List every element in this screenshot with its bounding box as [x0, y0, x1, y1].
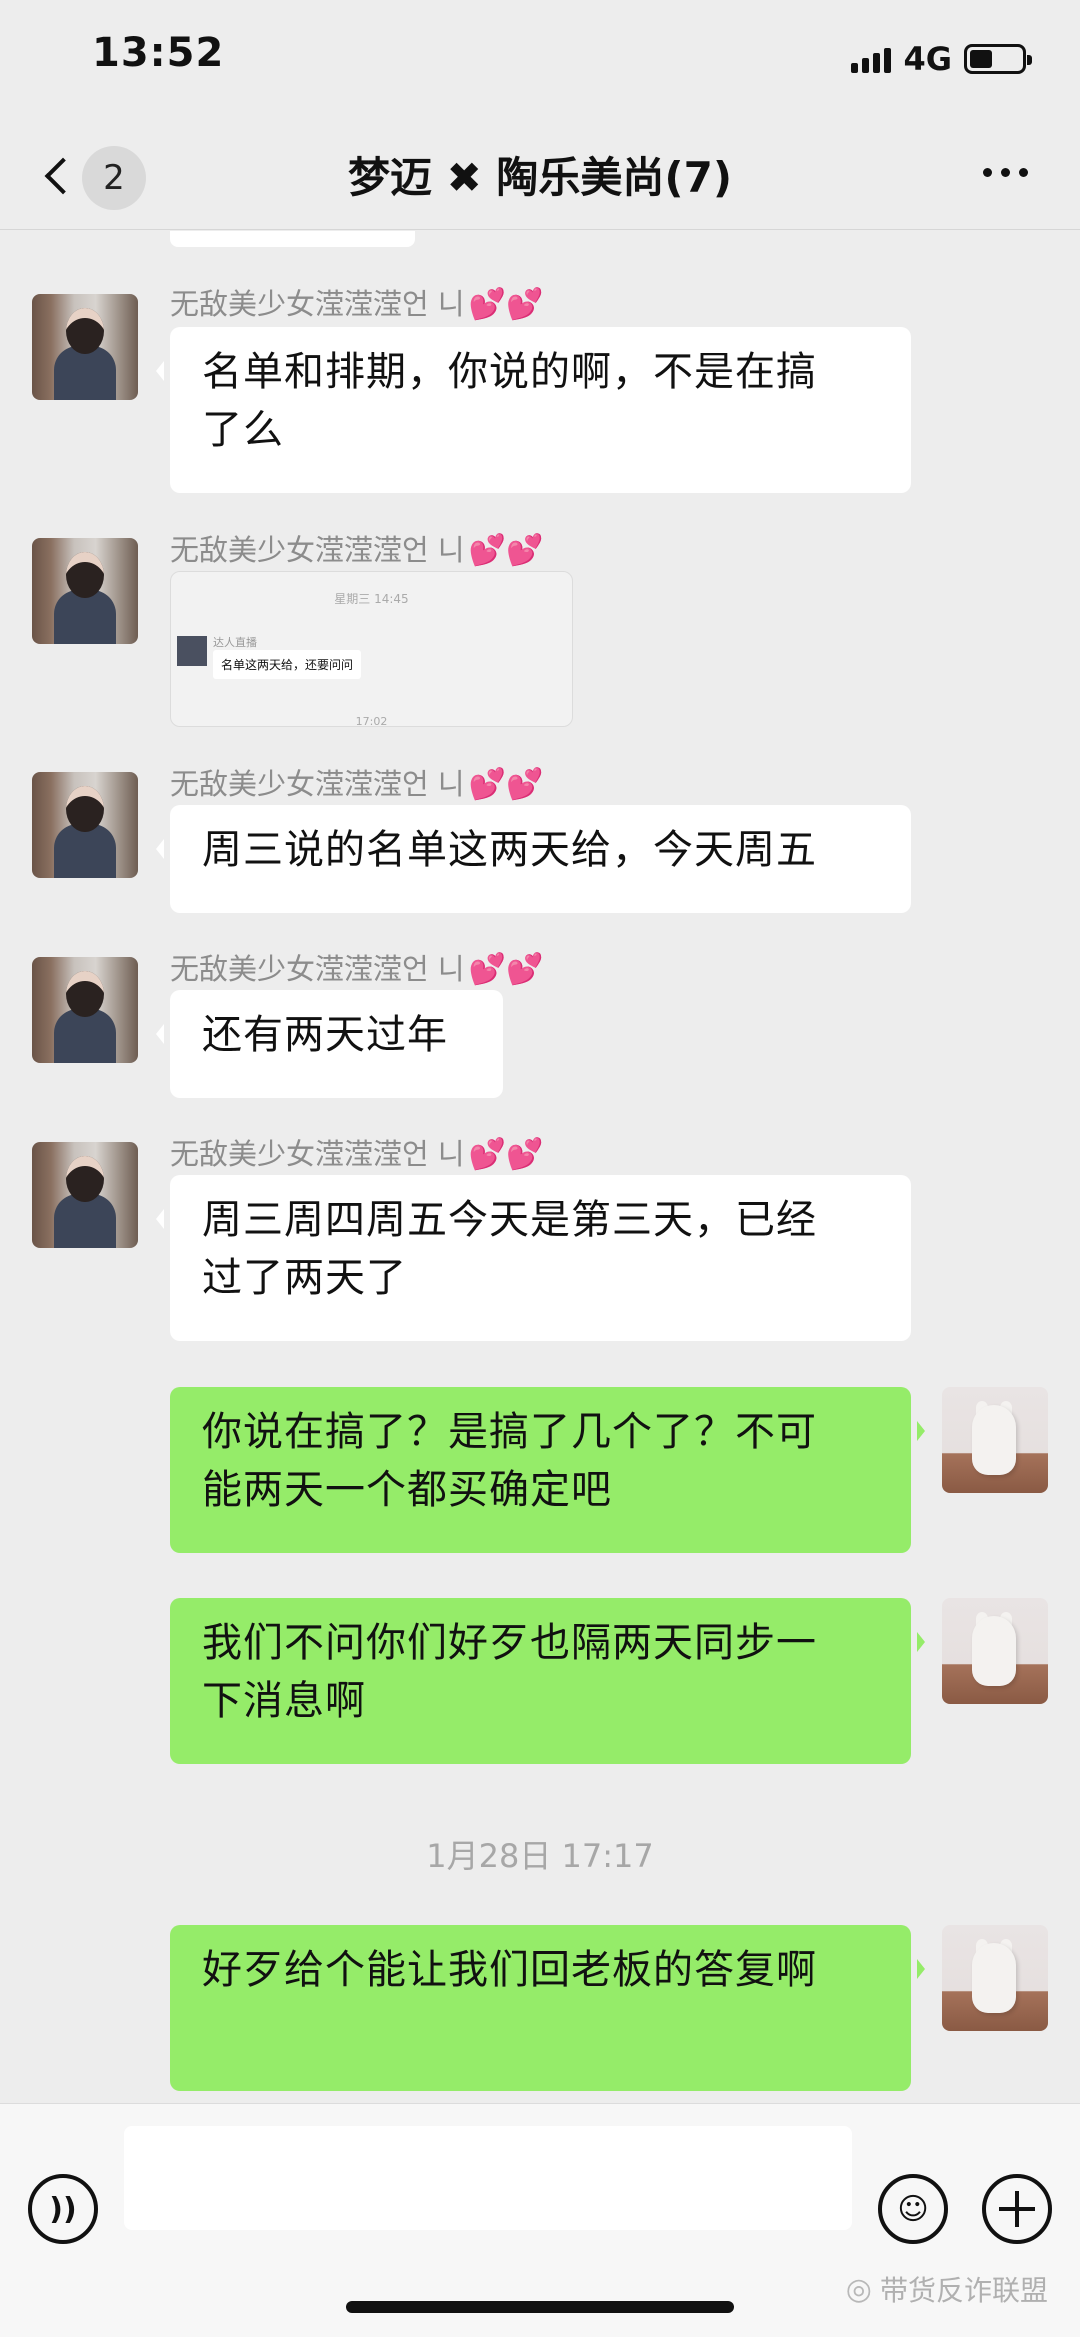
- sender-name: 无敌美少女滢滢滢언 니 💕💕: [170, 767, 544, 802]
- avatar[interactable]: [32, 538, 138, 644]
- status-bar: 13:52 4G: [0, 0, 1080, 120]
- sender-name: 无敌美少女滢滢滢언 니 💕💕: [170, 1137, 544, 1172]
- message-bubble[interactable]: 名单和排期，你说的啊，不是在搞 了么: [156, 327, 911, 493]
- message-text: 下消息啊: [202, 1678, 366, 1724]
- sender-name: 无敌美少女滢滢滢언 니 💕💕: [170, 533, 544, 568]
- watermark: ◎ 带货反诈联盟: [846, 2269, 1048, 2309]
- message-text: 能两天一个都买确定吧: [202, 1467, 612, 1513]
- chat-list[interactable]: 无敌美少女滢滢滢언 니 💕💕 名单和排期，你说的啊，不是在搞 了么 无敌美少女滢滢…: [0, 231, 1080, 2103]
- chat-header: 2 梦迈 ✖ 陶乐美尚(7): [0, 120, 1080, 230]
- message-bubble[interactable]: 你说在搞了？是搞了几个了？不可 能两天一个都买确定吧: [170, 1387, 925, 1553]
- wechat-icon: ◎: [845, 2271, 872, 2307]
- emoji-button[interactable]: ☺: [878, 2174, 948, 2244]
- message-bubble[interactable]: 还有两天过年: [156, 990, 503, 1098]
- chat-title: 梦迈 ✖ 陶乐美尚(7): [347, 153, 733, 202]
- image-sender: 达人直播: [213, 636, 257, 649]
- image-timestamp2: 17:02: [355, 715, 388, 727]
- avatar[interactable]: [942, 1387, 1048, 1493]
- avatar[interactable]: [32, 294, 138, 400]
- status-time: 13:52: [92, 30, 225, 76]
- battery-icon: [964, 44, 1032, 74]
- image-message[interactable]: 星期三 14:45 达人直播 名单这两天给，还要问问 17:02: [170, 571, 573, 727]
- image-timestamp: 星期三 14:45: [334, 592, 409, 606]
- signal-icon: [851, 45, 892, 73]
- network-type: 4G: [903, 40, 952, 78]
- time-divider: 1月28日 17:17: [426, 1837, 654, 1875]
- message-text: 你说在搞了？是搞了几个了？不可: [202, 1409, 817, 1455]
- message-text: 周三周四周五今天是第三天，已经: [202, 1197, 817, 1243]
- avatar[interactable]: [32, 772, 138, 878]
- message-text: 还有两天过年: [202, 1012, 448, 1058]
- message-text: 周三说的名单这两天给，今天周五: [202, 827, 817, 873]
- avatar[interactable]: [942, 1925, 1048, 2031]
- avatar[interactable]: [942, 1598, 1048, 1704]
- message-text: 好歹给个能让我们回老板的答复啊: [202, 1947, 817, 1993]
- avatar[interactable]: [32, 1142, 138, 1248]
- message-bubble[interactable]: 好歹给个能让我们回老板的答复啊: [170, 1925, 925, 2091]
- sender-name: 无敌美少女滢滢滢언 니 💕💕: [170, 952, 544, 987]
- avatar[interactable]: [32, 957, 138, 1063]
- voice-button[interactable]: )): [28, 2174, 98, 2244]
- more-icon[interactable]: [983, 168, 1028, 177]
- image-text: 名单这两天给，还要问问: [213, 650, 362, 679]
- smiley-icon: ☺: [897, 2191, 929, 2227]
- watermark-text: 带货反诈联盟: [879, 2274, 1048, 2307]
- message-bubble[interactable]: 周三周四周五今天是第三天，已经 过了两天了: [156, 1175, 911, 1341]
- status-icons: 4G: [851, 40, 1032, 78]
- message-text: 名单和排期，你说的啊，不是在搞: [202, 349, 817, 395]
- home-indicator[interactable]: [346, 2301, 734, 2313]
- message-input[interactable]: [124, 2126, 852, 2230]
- message-bubble[interactable]: 我们不问你们好歹也隔两天同步一 下消息啊: [170, 1598, 925, 1764]
- message-text: 我们不问你们好歹也隔两天同步一: [202, 1620, 817, 1666]
- sender-name: 无敌美少女滢滢滢언 니 💕💕: [170, 287, 544, 322]
- message-bubble[interactable]: 周三说的名单这两天给，今天周五: [156, 805, 911, 913]
- image-avatar: [177, 636, 207, 666]
- message-text: 了么: [202, 407, 284, 453]
- plus-button[interactable]: [982, 2174, 1052, 2244]
- voice-icon: )): [49, 2191, 77, 2227]
- message-text: 过了两天了: [202, 1255, 407, 1301]
- partial-message-bubble[interactable]: [170, 231, 415, 247]
